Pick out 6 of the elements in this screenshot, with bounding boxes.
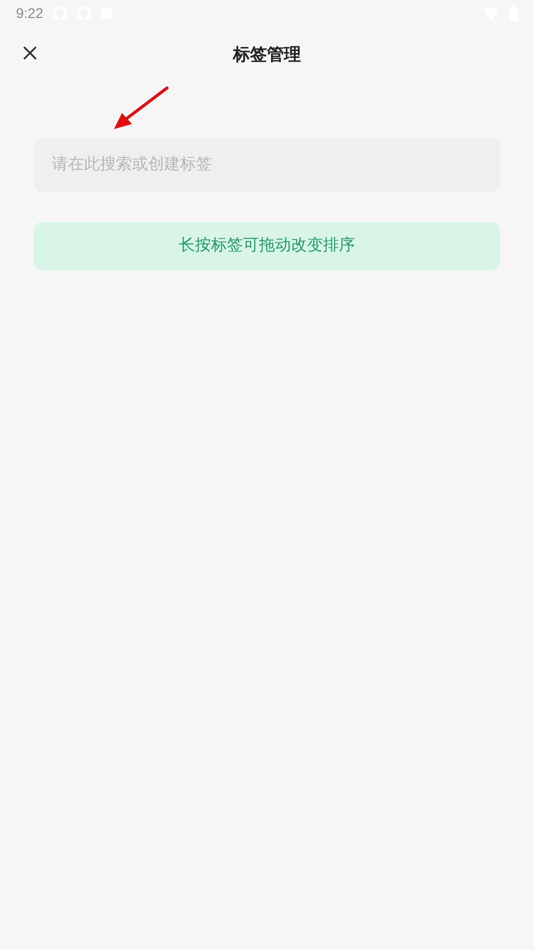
page-title: 标签管理 bbox=[233, 44, 301, 66]
hint-banner: 长按标签可拖动改变排序 bbox=[34, 222, 500, 270]
arrow-annotation bbox=[112, 86, 170, 132]
close-icon bbox=[22, 45, 38, 61]
search-field[interactable]: 请在此搜索或创建标签 bbox=[34, 138, 500, 192]
status-time: 9:22 bbox=[16, 4, 44, 22]
